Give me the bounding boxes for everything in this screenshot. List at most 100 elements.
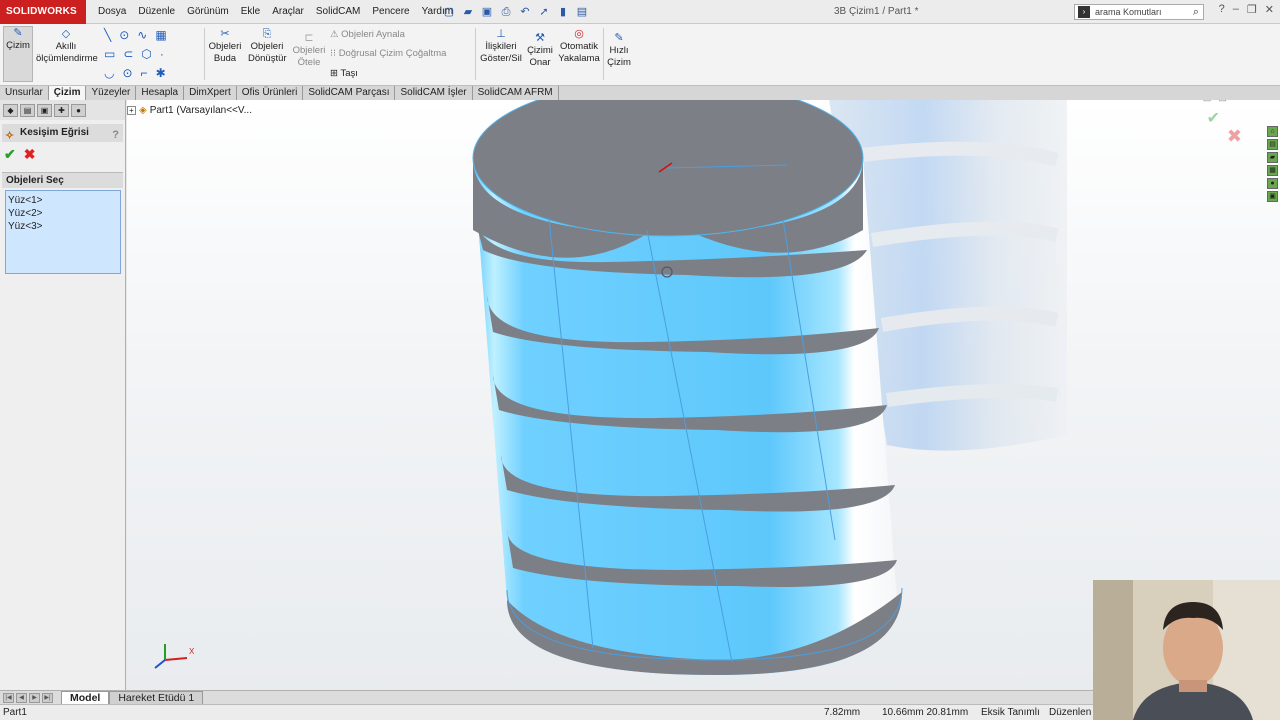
arc-icon[interactable]: ◡: [104, 66, 114, 80]
polygon-icon[interactable]: ⬡: [141, 47, 151, 61]
line-icon[interactable]: ╲: [104, 28, 111, 42]
move-entities-button[interactable]: ⊞ Taşı: [330, 68, 410, 80]
rebuild-icon[interactable]: ▮: [556, 5, 570, 19]
search-input[interactable]: › arama Komutları ⌕: [1074, 4, 1204, 20]
restore-icon[interactable]: ❐: [1247, 3, 1257, 16]
previous-view-icon[interactable]: ↩: [617, 100, 625, 101]
viewport-minimize-icon[interactable]: ▭: [1234, 100, 1243, 103]
centerline-icon[interactable]: ⌐: [141, 66, 148, 80]
menu-ekle[interactable]: Ekle: [235, 0, 266, 24]
first-tab-icon[interactable]: |◀: [3, 692, 14, 703]
menu-dosya[interactable]: Dosya: [92, 0, 132, 24]
list-item[interactable]: Yüz<1>: [8, 194, 118, 207]
new-document-icon[interactable]: ▢: [442, 5, 456, 19]
convert-entities-button[interactable]: ⎘ Objeleri Dönüştür: [248, 28, 287, 65]
sketch-button[interactable]: ✎ Çizim: [3, 26, 33, 82]
ribbon-separator: [603, 28, 604, 80]
help-icon[interactable]: ?: [1219, 3, 1225, 16]
view-orientation-icon[interactable]: ▣: [645, 100, 654, 101]
custom-properties-icon[interactable]: ▣: [1267, 191, 1278, 202]
linear-pattern-button[interactable]: ⁝⁝ Doğrusal Çizim Çoğaltma: [330, 48, 470, 60]
file-properties-icon[interactable]: ▤: [575, 5, 589, 19]
display-tab-icon[interactable]: ●: [71, 104, 86, 117]
rapid-sketch-button[interactable]: ✎ Hızlı Çizim: [605, 32, 633, 69]
prev-tab-icon[interactable]: ◀: [16, 692, 27, 703]
offset-entities-button[interactable]: ⊏ Objeleri Ötele: [290, 32, 328, 69]
fillet-icon[interactable]: ⊙: [122, 66, 132, 80]
select-entities-header[interactable]: Objeleri Seç: [2, 172, 123, 188]
menu-araclar[interactable]: Araçlar: [266, 0, 310, 24]
appearance-icon[interactable]: ●: [674, 100, 679, 101]
close-icon[interactable]: ✕: [1265, 3, 1274, 16]
help-icon[interactable]: ?: [112, 126, 119, 144]
list-item[interactable]: Yüz<2>: [8, 207, 118, 220]
menu-gorunum[interactable]: Görünüm: [181, 0, 235, 24]
tab-hesapla[interactable]: Hesapla: [136, 86, 185, 100]
quick-snaps-button[interactable]: ◎ Otomatik Yakalama: [557, 28, 601, 65]
last-tab-icon[interactable]: ▶|: [42, 692, 53, 703]
slot-icon[interactable]: ⊂: [123, 47, 133, 61]
configuration-tab-icon[interactable]: ▣: [37, 104, 52, 117]
rectangle-icon[interactable]: ▭: [104, 47, 115, 61]
feature-tree-flyout[interactable]: + ◈ Part1 (Varsayılan<<V...: [127, 105, 252, 116]
menu-pencere[interactable]: Pencere: [366, 0, 415, 24]
section-view-icon[interactable]: ◧: [631, 100, 640, 101]
viewport-close-icon[interactable]: ✕: [1264, 100, 1272, 103]
next-tab-icon[interactable]: ▶: [29, 692, 40, 703]
display-style-icon[interactable]: ◉: [660, 100, 668, 101]
expand-icon[interactable]: +: [127, 106, 136, 115]
zoom-fit-icon[interactable]: ⌕: [595, 100, 600, 101]
point-icon[interactable]: ·: [160, 47, 164, 61]
save-icon[interactable]: ▣: [480, 5, 494, 19]
minimize-icon[interactable]: –: [1233, 3, 1239, 16]
grid-icon[interactable]: ▦: [155, 28, 166, 42]
cancel-x-icon[interactable]: ✖: [24, 146, 36, 162]
tab-ofis-urunleri[interactable]: Ofis Ürünleri: [236, 86, 304, 100]
select-arrow-icon[interactable]: ➚: [537, 5, 551, 19]
view-settings-icon[interactable]: ▢: [685, 100, 694, 101]
circle-icon[interactable]: ⊙: [119, 28, 129, 42]
open-folder-icon[interactable]: ▰: [461, 5, 475, 19]
asterisk-icon[interactable]: ✱: [156, 66, 166, 80]
tab-yuzeyler[interactable]: Yüzeyler: [86, 86, 137, 100]
repair-sketch-button[interactable]: ⚒ Çizimi Onar: [525, 32, 555, 69]
confirm-corner-ok-icon[interactable]: ✔: [1207, 108, 1220, 128]
mirror-entities-button[interactable]: ⚠ Objeleri Aynala: [330, 29, 470, 41]
zoom-area-icon[interactable]: ⌕: [606, 100, 611, 101]
folder-icon[interactable]: ▰: [1267, 152, 1278, 163]
viewport-window-controls: ▣ ▤ ▭ ❐ ✕: [1203, 100, 1272, 103]
property-manager-tab-icon[interactable]: ▤: [20, 104, 35, 117]
list-item[interactable]: Yüz<3>: [8, 220, 118, 233]
selection-list[interactable]: Yüz<1> Yüz<2> Yüz<3>: [5, 190, 121, 274]
appearances-icon[interactable]: ●: [1267, 178, 1278, 189]
confirm-corner-cancel-icon[interactable]: ✖: [1227, 126, 1242, 147]
tab-cizim[interactable]: Çizim: [48, 86, 87, 100]
menu-solidcam[interactable]: SolidCAM: [310, 0, 366, 24]
dimxpert-tab-icon[interactable]: ✚: [54, 104, 69, 117]
ok-check-icon[interactable]: ✔: [4, 146, 16, 162]
tab-solidcam-afrm[interactable]: SolidCAM AFRM: [472, 86, 559, 100]
tab-model[interactable]: Model: [61, 690, 110, 705]
undo-icon[interactable]: ↶: [518, 5, 532, 19]
viewport-maximize-icon[interactable]: ❐: [1249, 100, 1257, 103]
home-icon[interactable]: ⌂: [1267, 126, 1278, 137]
display-delete-relations-button[interactable]: ⊥ İlişkileri Göster/Sil: [479, 28, 523, 65]
quick-access-toolbar: ▢ ▰ ▣ ⎙ ↶ ➚ ▮ ▤: [442, 5, 589, 19]
tab-dimxpert[interactable]: DimXpert: [184, 86, 237, 100]
view-palette-icon[interactable]: ▦: [1267, 165, 1278, 176]
tab-solidcam-isler[interactable]: SolidCAM İşler: [395, 86, 473, 100]
menu-duzenle[interactable]: Düzenle: [132, 0, 181, 24]
library-icon[interactable]: ▤: [1267, 139, 1278, 150]
feature-tree-tab-icon[interactable]: ◆: [3, 104, 18, 117]
viewport-tile-icon[interactable]: ▤: [1218, 100, 1227, 103]
tab-unsurlar[interactable]: Unsurlar: [0, 86, 49, 100]
print-icon[interactable]: ⎙: [499, 5, 513, 19]
smart-dimension-label: Akıllı ölçümlendirme: [36, 41, 98, 64]
tab-motion-study[interactable]: Hareket Etüdü 1: [109, 690, 204, 705]
search-icon[interactable]: ⌕: [1193, 5, 1199, 19]
tab-solidcam-parcasi[interactable]: SolidCAM Parçası: [303, 86, 396, 100]
viewport-restore-icon[interactable]: ▣: [1203, 100, 1212, 103]
smart-dimension-button[interactable]: ◇ Akıllı ölçümlendirme: [36, 28, 98, 65]
trim-entities-button[interactable]: ✂ Objeleri Buda: [206, 28, 244, 65]
spline-icon[interactable]: ∿: [137, 28, 147, 42]
